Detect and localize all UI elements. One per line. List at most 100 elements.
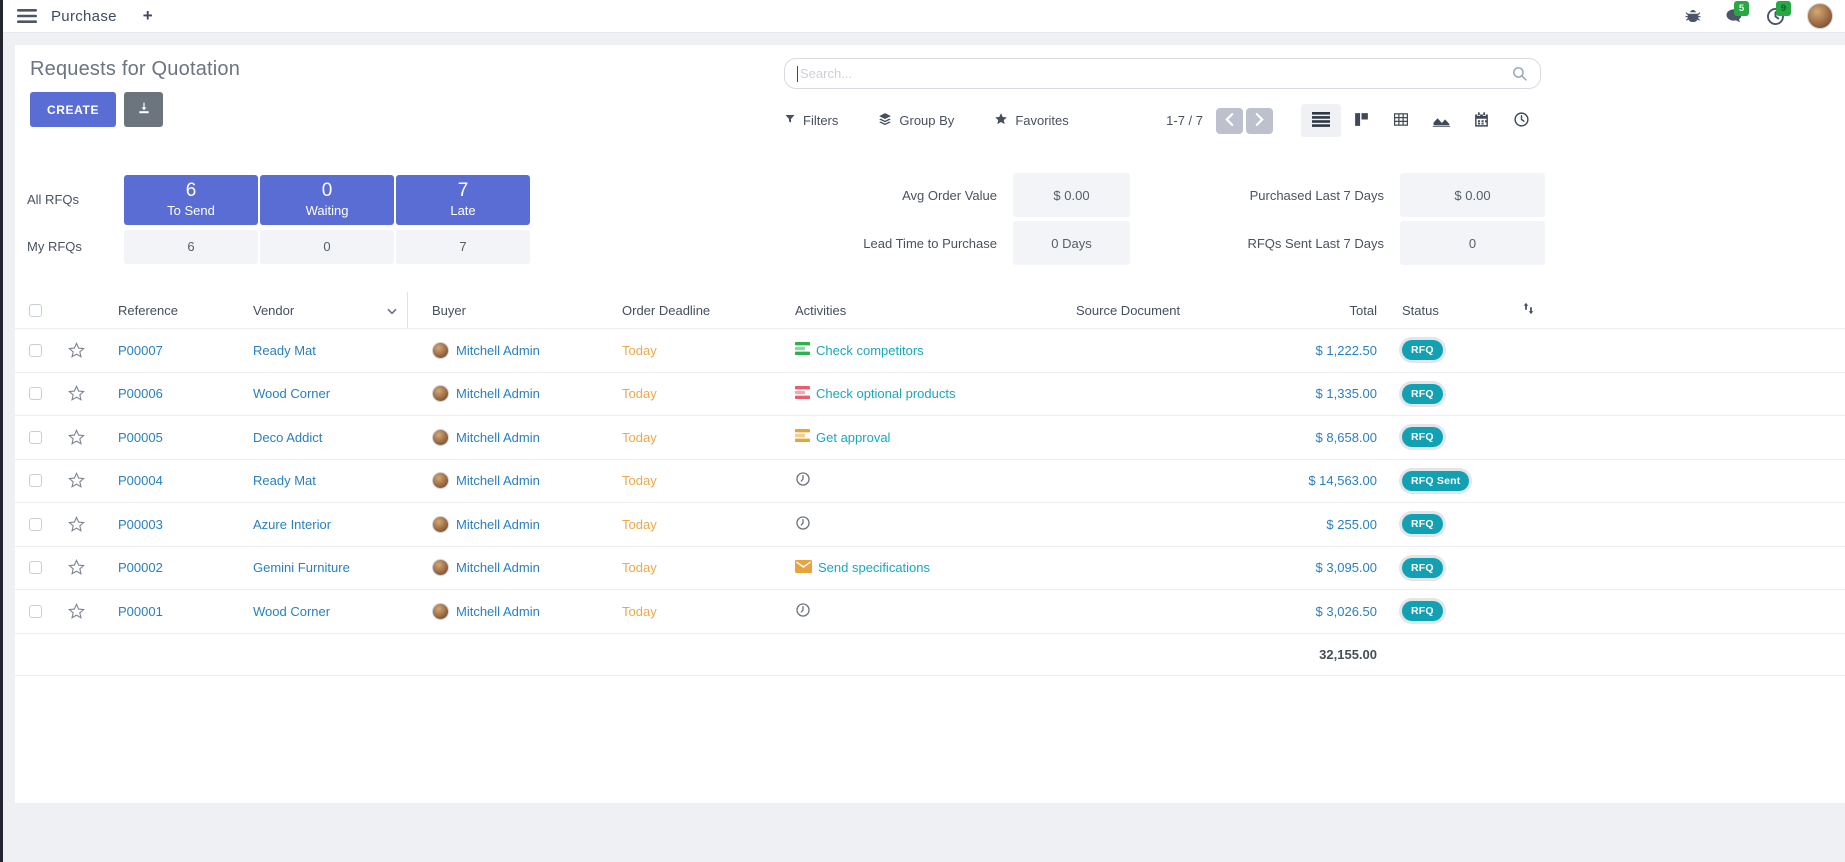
table-row[interactable]: P00005 Deco Addict Mitchell Admin Today … xyxy=(15,415,1845,459)
row-checkbox[interactable] xyxy=(29,561,42,574)
vendor-link[interactable]: Ready Mat xyxy=(230,460,408,503)
rfq-reference-link[interactable]: P00001 xyxy=(97,604,230,619)
column-header-reference[interactable]: Reference xyxy=(97,303,230,318)
status-badge: RFQ xyxy=(1402,384,1443,404)
favorite-star-icon[interactable] xyxy=(55,428,97,447)
column-header-buyer[interactable]: Buyer xyxy=(408,303,598,318)
new-tab-button[interactable]: + xyxy=(143,6,153,26)
favorite-star-icon[interactable] xyxy=(55,471,97,490)
row-checkbox[interactable] xyxy=(29,344,42,357)
rfq-reference-link[interactable]: P00004 xyxy=(97,473,230,488)
favorite-star-icon[interactable] xyxy=(55,515,97,534)
row-checkbox[interactable] xyxy=(29,518,42,531)
table-row[interactable]: P00006 Wood Corner Mitchell Admin Today … xyxy=(15,372,1845,416)
buyer-cell[interactable]: Mitchell Admin xyxy=(408,385,598,402)
activity-cell[interactable]: Check competitors xyxy=(773,342,1053,358)
pager-next-button[interactable] xyxy=(1246,108,1273,134)
buyer-cell[interactable]: Mitchell Admin xyxy=(408,342,598,359)
late-box[interactable]: 7 Late xyxy=(396,175,530,225)
column-header-source-document[interactable]: Source Document xyxy=(1053,303,1285,318)
activity-cell[interactable] xyxy=(773,471,1053,490)
activity-cell[interactable] xyxy=(773,515,1053,534)
activity-cell[interactable]: Send specifications xyxy=(773,560,1053,576)
column-header-total[interactable]: Total xyxy=(1285,303,1392,318)
total-cell: $ 3,095.00 xyxy=(1285,560,1392,575)
vendor-link[interactable]: Deco Addict xyxy=(230,416,408,459)
table-row[interactable]: P00002 Gemini Furniture Mitchell Admin T… xyxy=(15,546,1845,590)
vendor-link[interactable]: Azure Interior xyxy=(230,503,408,546)
search-icon[interactable] xyxy=(1511,65,1528,82)
list-view-button[interactable] xyxy=(1301,104,1341,137)
rfq-reference-link[interactable]: P00007 xyxy=(97,343,230,358)
waiting-box[interactable]: 0 Waiting xyxy=(260,175,394,225)
my-late-box[interactable]: 7 xyxy=(396,230,530,264)
calendar-view-button[interactable] xyxy=(1461,104,1501,137)
table-row[interactable]: P00007 Ready Mat Mitchell Admin Today Ch… xyxy=(15,328,1845,372)
select-all-checkbox[interactable] xyxy=(29,304,42,317)
row-checkbox[interactable] xyxy=(29,387,42,400)
activity-view-button[interactable] xyxy=(1501,104,1541,137)
rfqs-sent-last-7-days-label: RFQs Sent Last 7 Days xyxy=(1146,236,1384,251)
filters-button[interactable]: Filters xyxy=(784,113,838,128)
activities-clock-icon[interactable]: 9 xyxy=(1766,7,1785,26)
my-waiting-box[interactable]: 0 xyxy=(260,230,394,264)
row-checkbox[interactable] xyxy=(29,474,42,487)
pager: 1-7 / 7 xyxy=(1166,108,1273,134)
favorite-star-icon[interactable] xyxy=(55,602,97,621)
create-button[interactable]: CREATE xyxy=(30,92,116,127)
buyer-cell[interactable]: Mitchell Admin xyxy=(408,429,598,446)
total-cell: $ 3,026.50 xyxy=(1285,604,1392,619)
download-icon xyxy=(137,101,151,118)
my-rfqs-label: My RFQs xyxy=(27,239,122,254)
favorite-star-icon[interactable] xyxy=(55,384,97,403)
status-cell: RFQ xyxy=(1392,514,1507,534)
buyer-cell[interactable]: Mitchell Admin xyxy=(408,603,598,620)
user-avatar[interactable] xyxy=(1807,3,1833,29)
buyer-cell[interactable]: Mitchell Admin xyxy=(408,516,598,533)
debug-bug-icon[interactable] xyxy=(1684,7,1702,25)
vendor-link[interactable]: Gemini Furniture xyxy=(230,547,408,590)
graph-view-button[interactable] xyxy=(1421,104,1461,137)
favorite-star-icon[interactable] xyxy=(55,341,97,360)
row-checkbox[interactable] xyxy=(29,431,42,444)
favorites-button[interactable]: Favorites xyxy=(994,112,1068,129)
activity-cell[interactable] xyxy=(773,602,1053,621)
table-row[interactable]: P00003 Azure Interior Mitchell Admin Tod… xyxy=(15,502,1845,546)
apps-menu-icon[interactable] xyxy=(17,8,37,24)
column-header-vendor[interactable]: Vendor xyxy=(230,292,408,328)
activity-cell[interactable]: Check optional products xyxy=(773,386,1053,402)
rfq-reference-link[interactable]: P00003 xyxy=(97,517,230,532)
top-navbar: Purchase + 5 9 xyxy=(3,0,1845,33)
kanban-view-button[interactable] xyxy=(1341,104,1381,137)
export-download-button[interactable] xyxy=(124,92,163,127)
activity-cell[interactable]: Get approval xyxy=(773,429,1053,445)
pager-previous-button[interactable] xyxy=(1216,108,1243,134)
my-to-send-box[interactable]: 6 xyxy=(124,230,258,264)
table-header-row: Reference Vendor Buyer Order Deadline Ac… xyxy=(15,292,1845,328)
vendor-link[interactable]: Wood Corner xyxy=(230,590,408,633)
pivot-view-button[interactable] xyxy=(1381,104,1421,137)
vendor-link[interactable]: Ready Mat xyxy=(230,329,408,372)
optional-columns-button[interactable] xyxy=(1507,301,1845,319)
to-send-box[interactable]: 6 To Send xyxy=(124,175,258,225)
vendor-link[interactable]: Wood Corner xyxy=(230,373,408,416)
column-header-activities[interactable]: Activities xyxy=(773,303,1053,318)
rfq-reference-link[interactable]: P00005 xyxy=(97,430,230,445)
favorite-star-icon[interactable] xyxy=(55,558,97,577)
column-header-order-deadline[interactable]: Order Deadline xyxy=(598,303,773,318)
funnel-icon xyxy=(784,113,796,128)
table-row[interactable]: P00004 Ready Mat Mitchell Admin Today $ … xyxy=(15,459,1845,503)
buyer-cell[interactable]: Mitchell Admin xyxy=(408,559,598,576)
search-input[interactable]: Search... xyxy=(784,58,1541,89)
buyer-cell[interactable]: Mitchell Admin xyxy=(408,472,598,489)
rfq-reference-link[interactable]: P00006 xyxy=(97,386,230,401)
table-row[interactable]: P00001 Wood Corner Mitchell Admin Today … xyxy=(15,589,1845,633)
column-header-status[interactable]: Status xyxy=(1392,303,1507,318)
app-title[interactable]: Purchase xyxy=(51,8,117,25)
group-by-button[interactable]: Group By xyxy=(878,112,954,129)
page-title: Requests for Quotation xyxy=(30,58,240,81)
rfq-reference-link[interactable]: P00002 xyxy=(97,560,230,575)
messages-icon[interactable]: 5 xyxy=(1724,7,1744,25)
control-panel: Requests for Quotation CREATE Search... xyxy=(15,45,1845,137)
row-checkbox[interactable] xyxy=(29,605,42,618)
